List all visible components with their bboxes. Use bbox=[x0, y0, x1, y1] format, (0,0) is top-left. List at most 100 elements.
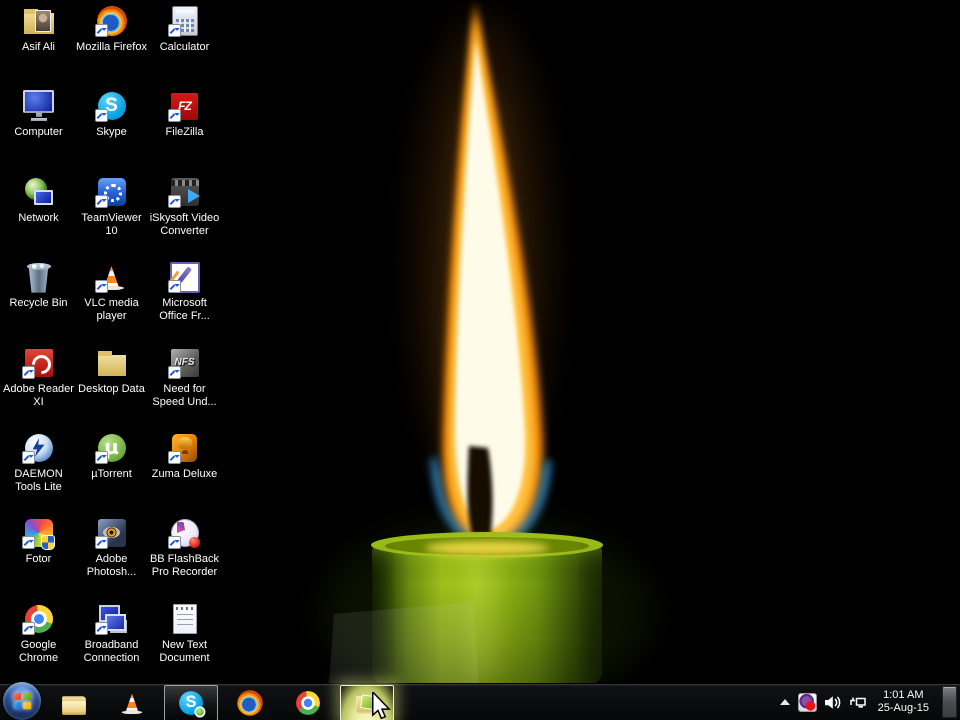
start-button[interactable] bbox=[3, 681, 41, 720]
desktop-icon-label: Adobe Photosh... bbox=[86, 553, 137, 579]
user-folder-icon bbox=[21, 4, 56, 38]
taskbar-clock[interactable]: 1:01 AM 25-Aug-15 bbox=[878, 689, 929, 715]
desktop-icon-label: Broadband Connection bbox=[83, 638, 140, 664]
vlc-icon bbox=[94, 260, 129, 294]
desktop-icon-skype[interactable]: Skype bbox=[75, 89, 148, 174]
shortcut-arrow-icon bbox=[94, 450, 108, 464]
desktop-icon-iskysoft-video-converter[interactable]: iSkysoft Video Converter bbox=[148, 175, 221, 260]
desktop-icon-bb-flashback-pro-recorder[interactable]: BB FlashBack Pro Recorder bbox=[148, 516, 221, 601]
desktop-icon-calculator[interactable]: Calculator bbox=[148, 4, 221, 89]
chrome-icon bbox=[21, 602, 56, 636]
desktop-icon-label: Zuma Deluxe bbox=[151, 467, 218, 480]
desktop-icon-need-for-speed-und[interactable]: Need for Speed Und... bbox=[148, 346, 221, 431]
firefox-icon bbox=[236, 688, 265, 717]
show-hidden-icons-button[interactable] bbox=[779, 698, 791, 706]
clock-date: 25-Aug-15 bbox=[877, 702, 929, 714]
zuma-icon bbox=[167, 431, 202, 465]
desktop-icon-vlc-media-player[interactable]: VLC media player bbox=[75, 260, 148, 345]
desktop-icon-desktop-data[interactable]: Desktop Data bbox=[75, 345, 148, 431]
explorer-icon bbox=[60, 688, 89, 717]
shortcut-arrow-icon bbox=[21, 365, 35, 379]
desktop-icon-daemon-tools-lite[interactable]: DAEMON Tools Lite bbox=[2, 431, 75, 516]
desktop-icon-microsoft-office-fr[interactable]: Microsoft Office Fr... bbox=[148, 260, 221, 345]
shortcut-arrow-icon bbox=[167, 280, 181, 294]
desktop-icon-adobe-photosh[interactable]: Adobe Photosh... bbox=[75, 516, 148, 601]
computer-icon bbox=[22, 89, 56, 123]
taskbar-button-windows-explorer[interactable] bbox=[45, 686, 103, 720]
taskbar-buttons bbox=[43, 684, 397, 720]
bb-flashback-tray-icon[interactable] bbox=[797, 692, 817, 712]
volume-icon[interactable] bbox=[824, 695, 842, 710]
desktop-icon-new-text-document[interactable]: New Text Document bbox=[148, 602, 221, 687]
folder-icon bbox=[94, 345, 129, 380]
show-desktop-button[interactable] bbox=[942, 686, 957, 718]
desktop-icon-label: Mozilla Firefox bbox=[76, 41, 147, 53]
desktop-icon-google-chrome[interactable]: Google Chrome bbox=[2, 602, 75, 687]
desktop-icon-adobe-reader-xi[interactable]: Adobe Reader XI bbox=[2, 346, 75, 431]
shortcut-arrow-icon bbox=[167, 109, 181, 123]
desktop-icon-label: TeamViewer 10 bbox=[81, 211, 142, 237]
desktop-icon-label: Microsoft Office Fr... bbox=[159, 297, 210, 323]
desktop-icon-label: FileZilla bbox=[165, 126, 204, 139]
clock-time: 1:01 AM bbox=[883, 689, 924, 701]
up-arrow-icon bbox=[779, 699, 790, 705]
desktop-icon-label: DAEMON Tools Lite bbox=[14, 467, 63, 493]
vlc-icon bbox=[118, 688, 147, 717]
desktop-icon-label: Need for Speed Und... bbox=[152, 382, 217, 408]
utorrent-icon bbox=[94, 431, 129, 465]
shortcut-arrow-icon bbox=[167, 194, 181, 208]
bbflashback-icon bbox=[167, 516, 202, 550]
skype-icon bbox=[94, 89, 129, 123]
shortcut-arrow-icon bbox=[94, 280, 108, 294]
chrome-icon bbox=[294, 688, 323, 717]
textdoc-icon bbox=[168, 602, 202, 636]
adobe-reader-icon bbox=[21, 346, 56, 380]
desktop-icon-filezilla[interactable]: FileZilla bbox=[148, 89, 221, 174]
shortcut-arrow-icon bbox=[94, 621, 108, 635]
desktop-icon-label: New Text Document bbox=[159, 638, 210, 664]
desktop-icon-label: Google Chrome bbox=[18, 638, 59, 664]
desktop-icon-recycle-bin[interactable]: Recycle Bin bbox=[2, 260, 75, 345]
desktop-icon-computer[interactable]: Computer bbox=[2, 89, 75, 174]
desktop-icon-label: VLC media player bbox=[84, 297, 139, 323]
desktop-icon-label: Skype bbox=[96, 126, 127, 139]
firefox-icon bbox=[94, 4, 129, 38]
skype-icon bbox=[177, 688, 206, 717]
shortcut-arrow-icon bbox=[21, 621, 35, 635]
desktop-icon-grid: Asif Ali Computer Network Recycle Bin Adobe … bbox=[2, 4, 221, 687]
taskbar-button-google-chrome[interactable] bbox=[279, 686, 337, 720]
desktop-icon-asif-ali[interactable]: Asif Ali bbox=[2, 4, 75, 89]
daemon-icon bbox=[21, 431, 56, 465]
calculator-icon bbox=[167, 4, 202, 38]
taskbar-button-skype[interactable] bbox=[164, 684, 218, 720]
shortcut-arrow-icon bbox=[21, 536, 35, 550]
desktop-icon-mozilla-firefox[interactable]: Mozilla Firefox bbox=[75, 4, 148, 89]
desktop-icon-teamviewer-10[interactable]: TeamViewer 10 bbox=[75, 175, 148, 260]
taskbar-button-folder-window[interactable] bbox=[340, 684, 394, 720]
shortcut-arrow-icon bbox=[167, 450, 181, 464]
shortcut-arrow-icon bbox=[94, 536, 108, 550]
desktop-icon-label: Fotor bbox=[25, 553, 52, 566]
desktop-icon-torrent[interactable]: µTorrent bbox=[75, 431, 148, 516]
desktop-icon-label: Recycle Bin bbox=[9, 297, 68, 310]
taskbar-button-vlc-media-player[interactable] bbox=[103, 686, 161, 720]
desktop-icon-label: Calculator bbox=[159, 41, 210, 53]
folder-open-icon bbox=[353, 688, 382, 717]
desktop-icon-label: BB FlashBack Pro Recorder bbox=[149, 553, 220, 579]
shortcut-arrow-icon bbox=[94, 109, 108, 123]
teamviewer-icon bbox=[94, 175, 129, 209]
desktop-icon-label: µTorrent bbox=[91, 467, 132, 480]
network-icon[interactable] bbox=[849, 695, 867, 710]
shortcut-arrow-icon bbox=[167, 365, 181, 379]
shortcut-arrow-icon bbox=[94, 194, 108, 208]
desktop-icon-broadband-connection[interactable]: Broadband Connection bbox=[75, 602, 148, 687]
recycle-bin-icon bbox=[22, 260, 56, 294]
iskysoft-icon bbox=[167, 175, 202, 209]
desktop-icon-zuma-deluxe[interactable]: Zuma Deluxe bbox=[148, 431, 221, 516]
desktop-icon-network[interactable]: Network bbox=[2, 175, 75, 260]
taskbar-button-mozilla-firefox[interactable] bbox=[221, 686, 279, 720]
broadband-icon bbox=[94, 602, 129, 636]
desktop-icon-label: Asif Ali bbox=[21, 41, 55, 53]
desktop-icon-fotor[interactable]: Fotor bbox=[2, 516, 75, 601]
filezilla-icon bbox=[167, 89, 202, 123]
